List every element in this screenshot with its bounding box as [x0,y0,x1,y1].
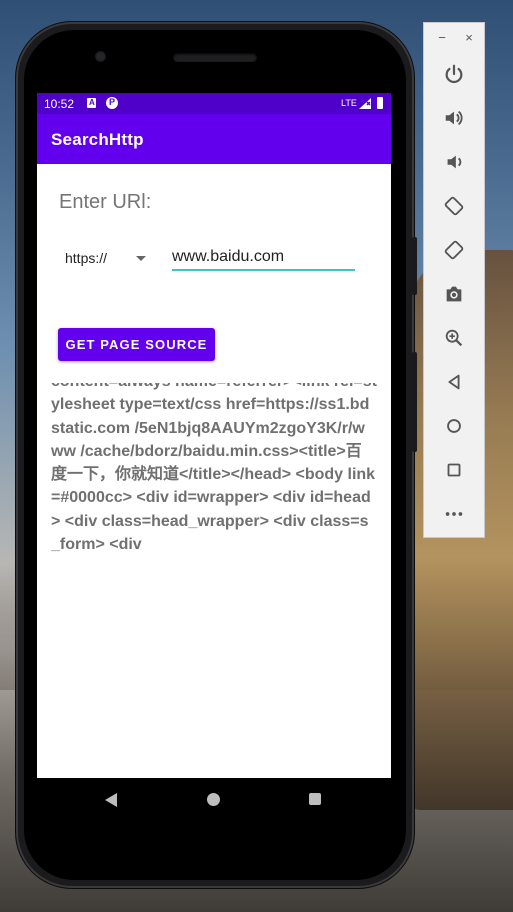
phone-screen: 10:52 A P LTE SearchHttp Enter URl: http… [37,93,391,778]
notification-p-icon: P [106,97,118,109]
more-button[interactable] [441,501,467,527]
zoom-button[interactable] [441,325,467,351]
battery-icon [377,97,383,109]
home-button[interactable] [441,413,467,439]
overview-button[interactable] [441,457,467,483]
power-icon [445,64,463,84]
home-icon [447,419,461,433]
volume-side-button [412,352,417,452]
back-icon[interactable] [105,793,117,807]
back-button[interactable] [441,369,467,395]
get-page-source-button[interactable]: GET PAGE SOURCE [58,328,215,361]
protocol-value: https:// [65,250,108,266]
network-type: LTE [341,98,357,108]
rotate-right-icon [444,240,464,260]
power-side-button [412,237,417,295]
status-bar: 10:52 A P LTE [37,93,391,114]
rotate-right-button[interactable] [441,237,467,263]
rotate-left-icon [444,196,464,216]
recents-icon[interactable] [309,793,321,805]
app-bar: SearchHttp [37,114,391,164]
emulator-toolbar: − × [423,22,485,538]
zoom-icon [445,329,463,347]
volume-up-icon [445,110,463,126]
minimize-button[interactable]: − [435,31,449,45]
close-button[interactable]: × [462,31,476,45]
protocol-spinner[interactable]: https:// [65,245,160,271]
url-input[interactable] [172,245,355,271]
camera-icon [446,286,462,302]
page-source-scroll[interactable]: content=always name=referrer><link rel=s… [51,383,377,553]
navigation-bar [37,778,391,823]
volume-down-icon [447,155,462,169]
rotate-left-button[interactable] [441,193,467,219]
overview-icon [447,463,461,477]
back-icon [448,374,460,390]
page-source-text: content=always name=referrer><link rel=s… [51,383,377,553]
app-title: SearchHttp [51,130,144,149]
volume-up-button[interactable] [441,105,467,131]
volume-down-button[interactable] [441,149,467,175]
home-icon[interactable] [207,793,220,806]
enter-url-label: Enter URl: [59,191,152,213]
dropdown-arrow-icon [136,256,146,261]
more-icon [445,512,463,516]
power-button[interactable] [441,61,467,87]
status-time: 10:52 [44,97,75,111]
signal-icon [359,98,371,109]
earpiece-speaker [173,53,257,62]
notification-a-icon: A [87,98,96,108]
front-camera [95,51,106,62]
screenshot-button[interactable] [441,281,467,307]
